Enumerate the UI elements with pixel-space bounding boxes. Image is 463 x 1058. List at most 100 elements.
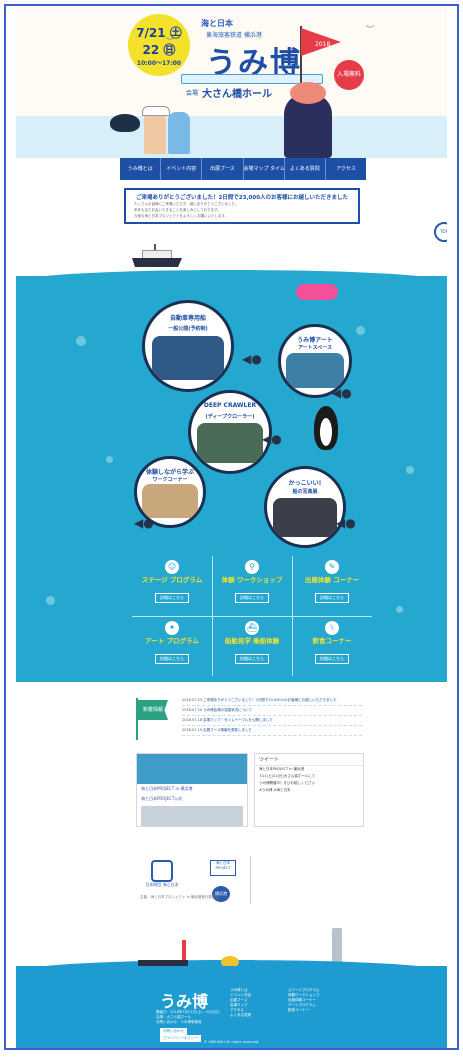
sponsor-divider	[250, 856, 251, 904]
news-date: 2018.07.23	[182, 698, 203, 702]
nav-item-access[interactable]: アクセス	[326, 158, 366, 180]
fish-icon: ◀●	[262, 432, 282, 446]
news-flag-pole	[136, 698, 138, 740]
contact-button[interactable]: お問い合わせ	[160, 1028, 187, 1035]
exhibit-caption: 自動車専用船	[169, 315, 206, 323]
corner-label: 体験 ワークショップ	[221, 576, 283, 584]
corner-more-link[interactable]: 詳細はこちら	[235, 593, 269, 603]
exhibit-photo	[142, 484, 198, 519]
notice-headline: ご来場ありがとうございました！2日間で23,000人のお客様にお越しいただきまし…	[135, 195, 349, 201]
footer-info: 開催日：2018年7月21日(土)・22日(日) 会場：大さん橋ホール お問い合…	[156, 1010, 220, 1025]
news-item[interactable]: 2018.07.10 出展ブース情報を更新しました	[182, 726, 362, 736]
news-date: 2018.07.18	[182, 718, 203, 722]
sailor-illustration	[168, 112, 190, 154]
free-admission-badge: 入場無料	[334, 60, 364, 90]
nav-item-events[interactable]: イベント内容	[161, 158, 203, 180]
corners-grid: ☺ ステージ プログラム 詳細はこちら ⚲ 体験 ワークショップ 詳細はこちら …	[132, 556, 372, 676]
facebook-post-image	[141, 806, 243, 826]
corner-stage[interactable]: ☺ ステージ プログラム 詳細はこちら	[133, 556, 211, 614]
facebook-post-title: 海と日本PROJECT公式	[141, 796, 183, 801]
brand-logo: 海と日本	[201, 19, 233, 28]
exhibit-subcaption: (ディープクローラー)	[205, 413, 255, 420]
exhibit-photo	[151, 335, 225, 381]
page: 7/21 ㊏ 22 ㊐ 10:00〜17:00 海と日本 東海旅客鉄道 横浜港 …	[16, 8, 447, 1048]
exhibit-ship-photos[interactable]: かっこいい! 船の写真展	[264, 466, 346, 548]
corner-more-link[interactable]: 詳細はこちら	[155, 593, 189, 603]
corner-art[interactable]: ✦ アート プログラム 詳細はこちら	[133, 617, 211, 675]
footer-links-1: うみ博とは イベント内容 出展ブース 会場マップ アクセス よくある質問	[230, 988, 251, 1018]
copyright: © UMIHAKU All rights reserved.	[203, 1040, 260, 1044]
date-line-1: 7/21 ㊏	[136, 26, 182, 40]
exhibit-deep-crawler[interactable]: DEEP CRAWLER (ディープクローラー)	[188, 390, 272, 474]
event-year: 2018	[315, 41, 331, 48]
footer-links-2: ステージプログラム 体験ワークショップ 出展体験コーナー アートプログラム 飲食…	[288, 988, 320, 1013]
date-badge: 7/21 ㊏ 22 ㊐ 10:00〜17:00	[128, 14, 190, 76]
cutlery-icon: ⑊	[325, 621, 339, 635]
corner-label: 船舶見学 乗船体験	[224, 637, 280, 645]
exhibit-caption: うみ博アート	[297, 337, 333, 345]
exhibit-subcaption: 一般公開(予約制)	[168, 325, 208, 332]
tweet-line: うみ博開催中！ぜひお越しください	[259, 781, 315, 785]
exhibit-caption: DEEP CRAWLER	[203, 402, 257, 410]
sponsor-umi-project[interactable]: 海と日本 PROJECT	[210, 860, 236, 876]
news-list: 2018.07.23 ご来場ありがとうございました！2日間で23,000人のお客…	[182, 696, 362, 736]
venue-name: 大さん橋ホール	[202, 89, 272, 100]
footer-link[interactable]: よくある質問	[230, 1013, 251, 1018]
corner-exhibit[interactable]: ✎ 出展体験 コーナー 詳細はこちら	[293, 556, 371, 614]
diver-illustration	[296, 284, 338, 300]
exhibit-subcaption: ワークコーナー	[152, 476, 188, 483]
news-link[interactable]: 出展ブース情報を更新しました	[203, 728, 252, 732]
corner-ship-tour[interactable]: ⛴ 船舶見学 乗船体験 詳細はこちら	[213, 617, 291, 675]
thanks-notice: ご来場ありがとうございました！2日間で23,000人のお客様にお越しいただきまし…	[124, 188, 360, 224]
event-time: 10:00〜17:00	[136, 60, 182, 67]
nav-item-faq[interactable]: よくある質問	[285, 158, 326, 180]
corner-more-link[interactable]: 詳細はこちら	[315, 593, 349, 603]
exhibit-subcaption: 船の写真展	[292, 489, 318, 495]
corner-more-link[interactable]: 詳細はこちら	[155, 654, 189, 664]
news-item[interactable]: 2018.07.23 ご来場ありがとうございました！2日間で23,000人のお客…	[182, 696, 362, 706]
news-link[interactable]: 会場マップ・タイムテーブルを公開しました	[203, 718, 273, 722]
sponsor-note: 主催：海と日本プロジェクト in 横浜港実行委員会	[140, 895, 219, 899]
tweet-line: #うみ博 #海と日本	[259, 788, 291, 792]
exhibit-photo	[286, 352, 344, 389]
nav-item-map[interactable]: 会場マップ タイムテーブル	[244, 158, 285, 180]
exhibit-caption: かっこいい!	[288, 480, 322, 488]
twitter-header: ツイート	[255, 754, 363, 766]
sponsor-nippon-foundation[interactable]: 日本財団 海と日本	[144, 860, 180, 888]
news-item[interactable]: 2018.07.20 うみ博会場の混雑状況について	[182, 706, 362, 716]
penguin-illustration	[314, 406, 338, 450]
ship-icon: ⛴	[245, 621, 259, 635]
facebook-page-name[interactable]: 海と日本PROJECT in 横浜港	[137, 784, 247, 794]
corner-food[interactable]: ⑊ 飲食コーナー 詳細はこちら	[293, 617, 371, 675]
nav-item-about[interactable]: うみ博とは	[120, 158, 162, 180]
news-flag: 新着情報	[138, 700, 168, 720]
footer-info-line: お問い合わせ：うみ博事務局	[156, 1020, 202, 1024]
news-link[interactable]: ご来場ありがとうございました！2日間で23,000人のお客様にお越しいただきまし…	[203, 698, 336, 702]
stage-icon: ☺	[165, 560, 179, 574]
footer-logo[interactable]: うみ博	[160, 988, 208, 1012]
news-link[interactable]: うみ博会場の混雑状況について	[203, 708, 252, 712]
twitter-widget[interactable]: ツイート 海と日本PROJECT in 横浜港 7/21(土)22(日)大さん橋…	[254, 753, 364, 827]
corner-workshop[interactable]: ⚲ 体験 ワークショップ 詳細はこちら	[213, 556, 291, 614]
corner-more-link[interactable]: 詳細はこちら	[315, 654, 349, 664]
corner-more-link[interactable]: 詳細はこちら	[235, 654, 269, 664]
page-frame: 7/21 ㊏ 22 ㊐ 10:00〜17:00 海と日本 東海旅客鉄道 横浜港 …	[4, 4, 459, 1050]
nav-item-booths[interactable]: 出展ブース	[202, 158, 244, 180]
bubble	[396, 606, 403, 613]
landmark-tower-illustration	[332, 928, 342, 964]
hero-sea	[16, 116, 447, 158]
exhibit-car-carrier[interactable]: 自動車専用船 一般公開(予約制)	[142, 300, 234, 392]
seagull-icon: ︶	[366, 25, 374, 34]
whale-illustration	[110, 114, 140, 132]
tweet-line: 海と日本PROJECT in 横浜港	[259, 767, 305, 771]
bubble	[106, 456, 113, 463]
page-top-button[interactable]: TOP	[434, 222, 447, 242]
exhibit-subcaption: アートスペース	[297, 345, 333, 351]
pencil-icon: ✎	[325, 560, 339, 574]
footer-link[interactable]: 飲食コーナー	[288, 1008, 320, 1013]
notice-line: 今後も海と日本プロジェクトをよろしくお願いいたします。	[134, 214, 229, 218]
fish-icon: ◀●	[336, 516, 356, 530]
news-item[interactable]: 2018.07.18 会場マップ・タイムテーブルを公開しました	[182, 716, 362, 726]
facebook-widget[interactable]: 海と日本PROJECT in 横浜港 海と日本PROJECT公式	[136, 753, 248, 827]
hero-header: 7/21 ㊏ 22 ㊐ 10:00〜17:00 海と日本 東海旅客鉄道 横浜港 …	[16, 8, 447, 158]
